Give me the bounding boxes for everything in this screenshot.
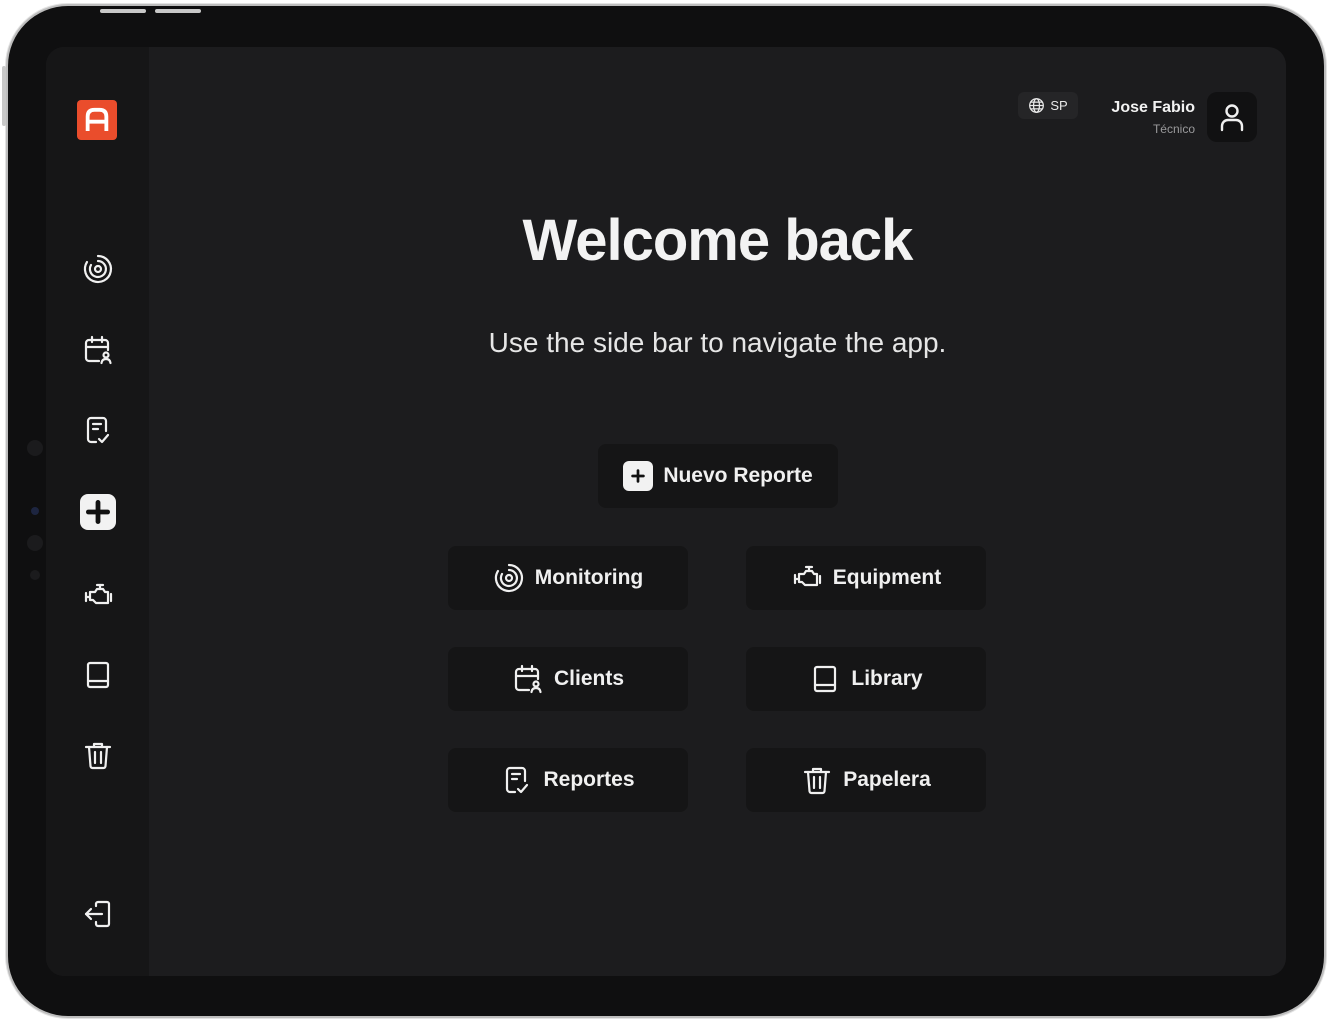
hardware-button [155, 9, 201, 13]
library-button[interactable]: Library [746, 647, 986, 711]
equipment-button[interactable]: Equipment [746, 546, 986, 610]
avatar-button[interactable] [1207, 92, 1257, 142]
sensor-dot [27, 440, 43, 456]
reportes-button[interactable]: Reportes [448, 748, 688, 812]
clients-button[interactable]: Clients [448, 647, 688, 711]
user-role: Técnico [1152, 122, 1195, 136]
camera-dot [31, 507, 39, 515]
plus-icon [623, 461, 654, 491]
book-icon [814, 665, 837, 693]
report-check-icon [506, 766, 529, 794]
page-title: Welcome back [522, 208, 914, 273]
clients-label: Clients [553, 667, 624, 690]
engine-icon [84, 583, 113, 605]
papelera-button[interactable]: Papelera [746, 748, 986, 812]
logout-icon [84, 900, 111, 928]
calendar-user-icon [514, 664, 542, 694]
new-report-label: Nuevo Reporte [663, 464, 813, 487]
language-label: SP [1050, 98, 1068, 113]
tablet-frame: SP Jose Fabio Técnico Welcome back Use t… [2, 6, 1324, 1016]
library-label: Library [851, 667, 923, 690]
app-logo-icon [85, 107, 109, 132]
sidebar-item-library[interactable] [79, 656, 117, 694]
sensor-dot [30, 570, 40, 580]
sidebar-item-trash[interactable] [79, 736, 117, 774]
sidebar-item-equipment[interactable] [79, 577, 117, 615]
new-report-button[interactable]: Nuevo Reporte [598, 444, 838, 508]
sidebar-item-new-report[interactable] [80, 494, 116, 530]
sensor-dot [27, 535, 43, 551]
trash-icon [84, 742, 112, 770]
plus-icon [86, 500, 110, 524]
report-check-icon [86, 416, 110, 444]
papelera-label: Papelera [843, 768, 931, 791]
user-name: Jose Fabio [1111, 99, 1195, 116]
app-screen: SP Jose Fabio Técnico Welcome back Use t… [46, 47, 1286, 976]
user-icon [1220, 104, 1244, 132]
trash-icon [804, 767, 831, 795]
equipment-label: Equipment [832, 566, 942, 589]
logout-button[interactable] [79, 895, 117, 933]
hardware-button [2, 66, 6, 126]
monitoring-icon [494, 563, 523, 593]
language-selector[interactable]: SP [1018, 92, 1078, 119]
sidebar [46, 47, 149, 976]
engine-icon [793, 565, 821, 587]
monitoring-button[interactable]: Monitoring [448, 546, 688, 610]
sidebar-item-reports[interactable] [79, 411, 117, 449]
app-logo[interactable] [77, 100, 117, 140]
user-info: Jose Fabio Técnico [1111, 99, 1195, 138]
globe-icon [1029, 98, 1045, 113]
reportes-label: Reportes [543, 768, 635, 791]
hardware-button [100, 9, 146, 13]
monitoring-label: Monitoring [534, 566, 644, 589]
page-subtitle: Use the side bar to navigate the app. [488, 327, 947, 358]
book-icon [86, 661, 110, 689]
